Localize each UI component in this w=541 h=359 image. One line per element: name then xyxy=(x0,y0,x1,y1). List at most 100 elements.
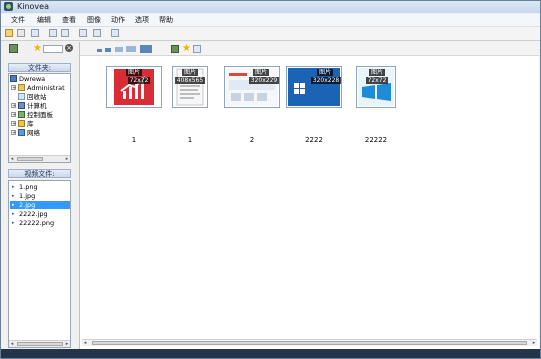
star-icon[interactable]: ★ xyxy=(182,44,191,54)
scroll-left-icon[interactable]: ◂ xyxy=(9,156,15,162)
file-list-horizontal-scrollbar[interactable]: ◂ ▸ xyxy=(9,340,70,347)
tree-item-desktop[interactable]: Dwrewa xyxy=(10,75,70,83)
thumbnail-frame: 图片 320x229 xyxy=(224,66,280,108)
file-bullet-icon: ▸ xyxy=(12,202,15,208)
thumbnail-item[interactable]: 图片 320x229 2 xyxy=(224,66,280,144)
file-bullet-icon: ▸ xyxy=(12,193,15,199)
status-bar xyxy=(1,349,540,358)
webpage-icon xyxy=(226,68,278,106)
tree-item-user[interactable]: + Administrat xyxy=(10,84,70,92)
size-medium-button[interactable] xyxy=(115,47,123,52)
video-files-header: 视频文件: xyxy=(8,169,71,178)
thumbnail-toolbar: ★ xyxy=(80,42,539,56)
scroll-right-icon[interactable]: ▸ xyxy=(64,156,70,162)
user-folder-icon xyxy=(18,84,25,91)
menu-bar: 文件 编辑 查看 图像 动作 选项 帮助 xyxy=(1,14,540,27)
scroll-right-icon[interactable]: ▸ xyxy=(531,340,537,346)
scrollbar-thumb[interactable] xyxy=(17,342,63,346)
capture-view-icon[interactable] xyxy=(61,29,69,37)
thumbnail-dimension-badge: 320x229 xyxy=(249,77,279,84)
thumbnail-item[interactable]: 图片 72x72 1 xyxy=(106,66,162,144)
size-tiny-button[interactable] xyxy=(97,49,102,52)
expand-toggle[interactable]: + xyxy=(11,103,16,109)
main-toolbar xyxy=(1,27,540,41)
size-xlarge-button[interactable] xyxy=(140,45,152,53)
thumbnail-caption: 2222 xyxy=(305,136,323,144)
open-folder-icon[interactable] xyxy=(5,29,13,37)
save-icon[interactable] xyxy=(17,29,25,37)
file-item[interactable]: ▸ 2222.jpg xyxy=(10,210,70,218)
tree-item-recycle-bin[interactable]: 回收站 xyxy=(10,93,70,101)
menu-view[interactable]: 查看 xyxy=(62,14,76,26)
expand-toggle[interactable]: + xyxy=(11,121,16,127)
menu-options[interactable]: 选项 xyxy=(135,14,149,26)
thumbnail-item[interactable]: 图片 408x565 1 xyxy=(162,66,218,144)
left-panel: ★ × 文件夹: Dwrewa + Administrat 回收站 + 计算机 … xyxy=(3,42,76,349)
thumbnail-item[interactable]: 图片 72x72 22222 xyxy=(348,66,404,144)
thumbnail-type-badge: 图片 xyxy=(126,69,142,76)
tree-item-libraries[interactable]: + 库 xyxy=(10,120,70,128)
network-icon xyxy=(18,129,25,136)
size-small-button[interactable] xyxy=(105,48,111,52)
grid-icon[interactable] xyxy=(79,29,87,37)
explorer-horizontal-scrollbar[interactable]: ◂ ▸ xyxy=(82,339,537,346)
thumbnail-item[interactable]: 图片 320x228 2222 xyxy=(286,66,342,144)
expand-toggle[interactable]: + xyxy=(11,85,16,91)
settings-icon[interactable] xyxy=(111,29,119,37)
expand-toggle[interactable]: + xyxy=(11,130,16,136)
thumbnail-dimension-badge: 408x565 xyxy=(175,77,205,84)
size-large-button[interactable] xyxy=(126,46,136,52)
star-icon[interactable]: ★ xyxy=(33,44,42,54)
thumbnail-type-badge: 图片 xyxy=(317,69,333,76)
tree-item-network[interactable]: + 网络 xyxy=(10,129,70,137)
menu-help[interactable]: 帮助 xyxy=(159,14,173,26)
scrollbar-thumb[interactable] xyxy=(92,341,527,345)
scroll-right-icon[interactable]: ▸ xyxy=(64,341,70,347)
computer-icon xyxy=(18,102,25,109)
left-panel-tabs: ★ × xyxy=(3,42,76,55)
favorites-dropdown[interactable] xyxy=(43,45,63,53)
file-bullet-icon: ▸ xyxy=(12,220,15,226)
video-file-list[interactable]: ▸ 1.png ▸ 1.jpg ▸ 2.jpg ▸ 2222.jpg ▸ 22222.pn… xyxy=(8,180,71,348)
thumbnail-frame: 图片 72x72 xyxy=(106,66,162,108)
thumbnail-caption: 1 xyxy=(131,136,137,144)
scrollbar-thumb[interactable] xyxy=(17,157,43,161)
library-icon xyxy=(18,120,25,127)
tree-horizontal-scrollbar[interactable]: ◂ ▸ xyxy=(9,155,70,162)
thumbnail-caption: 2 xyxy=(249,136,255,144)
screen-icon[interactable] xyxy=(93,29,101,37)
camera-icon[interactable] xyxy=(193,45,201,53)
thumbnail-caption: 1 xyxy=(187,136,193,144)
close-icon[interactable]: × xyxy=(65,44,73,52)
app-logo-icon xyxy=(4,2,13,11)
menu-image[interactable]: 图像 xyxy=(87,14,101,26)
title-bar: Kinovea xyxy=(1,1,540,13)
scroll-left-icon[interactable]: ◂ xyxy=(82,340,88,346)
tree-item-computer[interactable]: + 计算机 xyxy=(10,102,70,110)
window-title: Kinovea xyxy=(17,2,49,11)
thumbnail-explorer: ★ 图片 72x72 1 图片 408x565 1 图片 320x229 2 图… xyxy=(79,42,539,349)
menu-motion[interactable]: 动作 xyxy=(111,14,125,26)
file-item[interactable]: ▸ 1.png xyxy=(10,183,70,191)
tree-item-control-panel[interactable]: + 控制面板 xyxy=(10,111,70,119)
desktop-icon xyxy=(10,75,17,82)
film-icon[interactable] xyxy=(171,45,179,53)
file-item[interactable]: ▸ 1.jpg xyxy=(10,192,70,200)
file-item-selected[interactable]: ▸ 2.jpg xyxy=(10,201,70,209)
thumbnail-frame: 图片 72x72 xyxy=(356,66,396,108)
menu-edit[interactable]: 编辑 xyxy=(37,14,51,26)
thumbnail-caption: 22222 xyxy=(364,136,388,144)
single-view-icon[interactable] xyxy=(31,29,39,37)
film-icon[interactable] xyxy=(9,44,18,53)
recycle-bin-icon xyxy=(18,93,25,100)
file-item[interactable]: ▸ 22222.png xyxy=(10,219,70,227)
menu-file[interactable]: 文件 xyxy=(11,14,25,26)
expand-toggle[interactable]: + xyxy=(11,112,16,118)
file-bullet-icon: ▸ xyxy=(12,184,15,190)
scroll-left-icon[interactable]: ◂ xyxy=(9,341,15,347)
thumbnail-dimension-badge: 72x72 xyxy=(366,77,388,84)
folder-tree[interactable]: Dwrewa + Administrat 回收站 + 计算机 + 控制面板 + … xyxy=(8,73,71,163)
dual-view-icon[interactable] xyxy=(49,29,57,37)
control-panel-icon xyxy=(18,111,25,118)
app-window: Kinovea 文件 编辑 查看 图像 动作 选项 帮助 ★ × 文件夹: Dw xyxy=(0,0,541,359)
